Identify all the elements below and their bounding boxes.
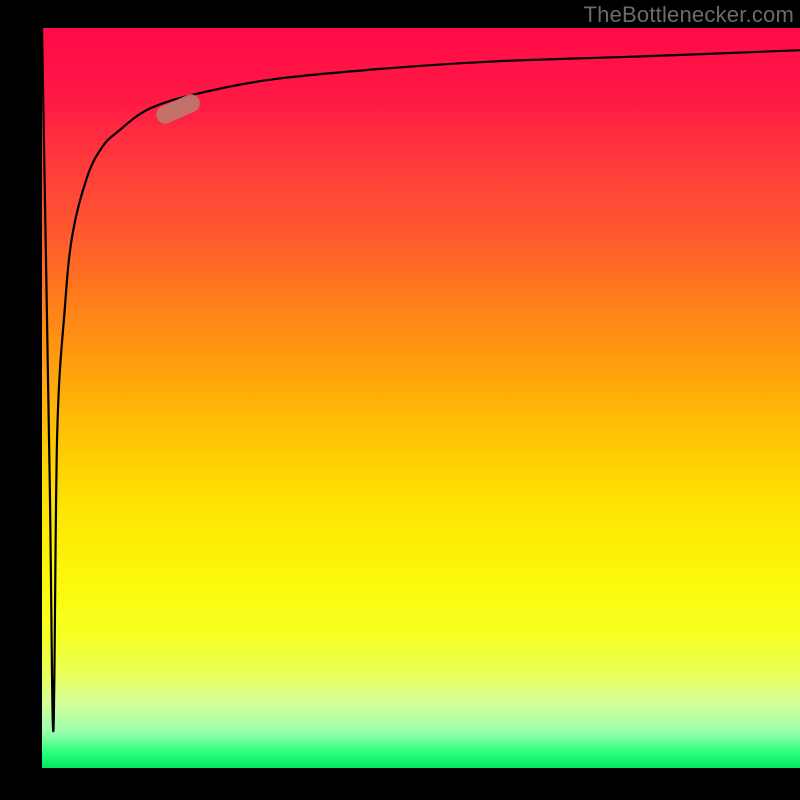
- chart-plot-area: [42, 28, 800, 768]
- chart-background-gradient: [42, 28, 800, 768]
- watermark-text: TheBottlenecker.com: [584, 2, 794, 28]
